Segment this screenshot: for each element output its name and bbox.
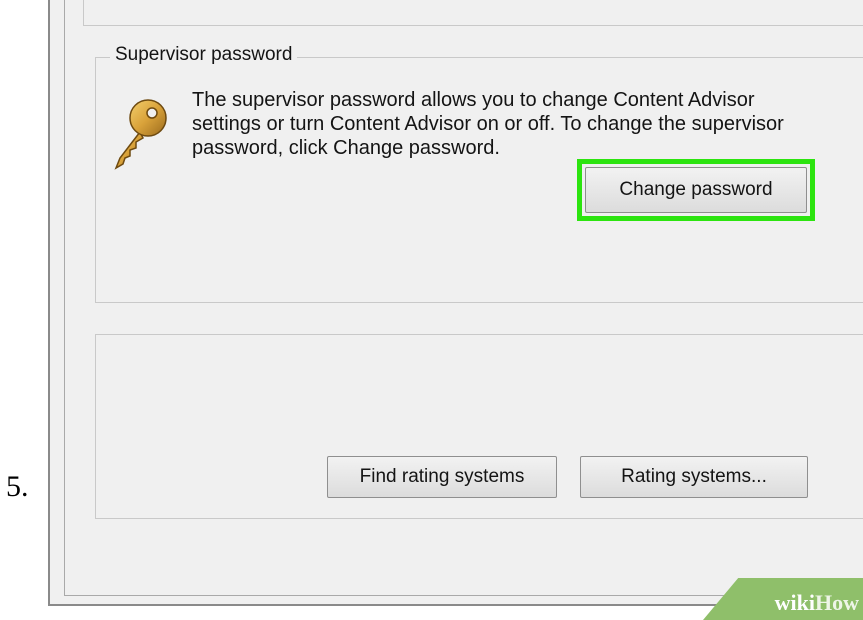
dialog-frame: Supervisor password The supervisor passw… bbox=[48, 0, 863, 606]
top-group-box bbox=[83, 0, 863, 26]
key-icon bbox=[114, 99, 167, 170]
wikihow-logo-how: How bbox=[815, 590, 859, 615]
find-rating-systems-button[interactable]: Find rating systems bbox=[327, 456, 557, 498]
step-number: 5. bbox=[6, 470, 29, 503]
wikihow-logo: wikiHow bbox=[775, 590, 859, 616]
content-panel: Supervisor password The supervisor passw… bbox=[64, 0, 863, 596]
wikihow-logo-wiki: wiki bbox=[774, 590, 815, 615]
rating-systems-button[interactable]: Rating systems... bbox=[580, 456, 808, 498]
change-password-button[interactable]: Change password bbox=[585, 167, 807, 213]
group-legend: Supervisor password bbox=[110, 44, 298, 66]
supervisor-password-description: The supervisor password allows you to ch… bbox=[192, 89, 784, 159]
